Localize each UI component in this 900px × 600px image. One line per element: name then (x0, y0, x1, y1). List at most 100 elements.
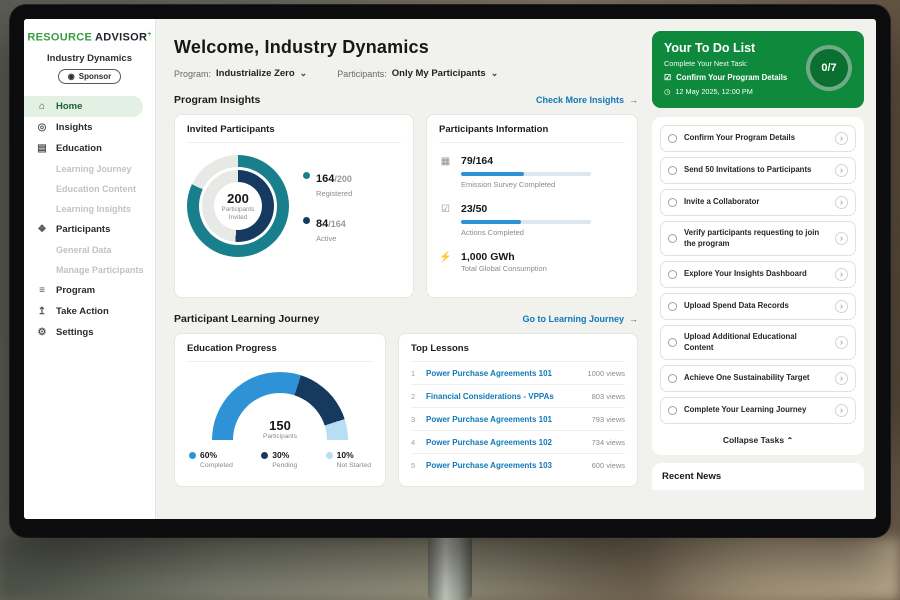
education-legend-dot (189, 452, 196, 459)
lesson-link[interactable]: Financial Considerations - VPPAs (426, 392, 584, 401)
collapse-tasks-label: Collapse Tasks (723, 435, 784, 445)
insights-cards-row: Invited Participants 200 Participants In… (174, 114, 638, 298)
sidebar-item-manage-participants[interactable]: Manage Participants (24, 260, 155, 280)
lesson-row: 4 Power Purchase Agreements 102 734 view… (411, 431, 625, 454)
top-lessons-card: Top Lessons 1 Power Purchase Agreements … (398, 333, 638, 487)
active-legend-dot (303, 217, 310, 224)
task-item[interactable]: Invite a Collaborator › (660, 189, 856, 216)
task-checkbox[interactable] (668, 270, 677, 279)
education-legend: 60% Completed 30% Pending (187, 440, 373, 469)
sidebar-item-settings[interactable]: ⚙ Settings (24, 322, 155, 343)
task-checkbox[interactable] (668, 406, 677, 415)
program-select[interactable]: Industrialize Zero ⌄ (216, 68, 307, 79)
chevron-right-icon[interactable]: › (835, 336, 848, 349)
arrow-right-icon: → (629, 95, 638, 105)
invited-center-value: 200 (227, 191, 249, 206)
sidebar-item-learning-insights[interactable]: Learning Insights (24, 199, 155, 219)
sidebar-item-label: Insights (56, 122, 92, 133)
task-label: Upload Spend Data Records (684, 301, 828, 312)
lesson-rank: 1 (411, 369, 418, 378)
task-item[interactable]: Confirm Your Program Details › (660, 125, 856, 152)
info-rows: ▦ 79/164 Emission Survey Completed ☑ 23/… (439, 143, 625, 273)
legend-value: 30% (272, 450, 297, 460)
sidebar-item-home[interactable]: ⌂ Home (24, 96, 143, 117)
check-more-insights-link[interactable]: Check More Insights → (536, 95, 638, 105)
logo-secondary: ADVISOR (95, 32, 147, 44)
chevron-right-icon[interactable]: › (835, 164, 848, 177)
sidebar-item-education[interactable]: ▤ Education (24, 138, 155, 159)
journey-cards-row: Education Progress 150 Participants (174, 333, 638, 487)
lesson-link[interactable]: Power Purchase Agreements 101 (426, 415, 584, 424)
survey-icon: ▦ (439, 155, 452, 189)
chevron-right-icon[interactable]: › (835, 132, 848, 145)
chevron-right-icon[interactable]: › (835, 372, 848, 385)
chevron-right-icon[interactable]: › (835, 268, 848, 281)
lesson-views: 600 views (592, 461, 625, 470)
program-icon: ≡ (36, 285, 48, 296)
lesson-link[interactable]: Power Purchase Agreements 102 (426, 438, 584, 447)
chevron-right-icon[interactable]: › (835, 196, 848, 209)
participants-filter: Participants: Only My Participants ⌄ (337, 68, 498, 79)
go-to-learning-journey-label: Go to Learning Journey (522, 314, 624, 324)
sidebar-item-learning-journey[interactable]: Learning Journey (24, 159, 155, 179)
emission-survey-row: ▦ 79/164 Emission Survey Completed (439, 155, 625, 189)
participants-select[interactable]: Only My Participants ⌄ (392, 68, 499, 79)
actions-completed-bar-fill (461, 220, 521, 224)
chevron-right-icon[interactable]: › (835, 232, 848, 245)
sidebar-item-label: Settings (56, 327, 93, 338)
task-checkbox[interactable] (668, 374, 677, 383)
collapse-tasks-button[interactable]: Collapse Tasks ⌃ (660, 429, 856, 447)
task-item[interactable]: Verify participants requesting to join t… (660, 221, 856, 256)
sidebar-item-program[interactable]: ≡ Program (24, 280, 155, 301)
lesson-link[interactable]: Power Purchase Agreements 103 (426, 461, 584, 470)
todo-subtitle: Complete Your Next Task: (664, 59, 798, 68)
emission-survey-label: Emission Survey Completed (461, 180, 591, 189)
lesson-views: 734 views (592, 438, 625, 447)
sidebar-item-label: Program (56, 285, 95, 296)
emission-survey-value: 79/164 (461, 155, 591, 167)
todo-next-task[interactable]: ☑ Confirm Your Program Details (664, 73, 798, 82)
task-item[interactable]: Upload Additional Educational Content › (660, 325, 856, 360)
task-checkbox[interactable] (668, 234, 677, 243)
emission-survey-bar-fill (461, 172, 524, 176)
sponsor-badge[interactable]: ◉ Sponsor (58, 69, 121, 84)
task-item[interactable]: Send 50 Invitations to Participants › (660, 157, 856, 184)
learning-journey-heading: Participant Learning Journey (174, 313, 319, 325)
education-center-value: 150 (212, 418, 348, 433)
task-checkbox[interactable] (668, 134, 677, 143)
task-checkbox[interactable] (668, 166, 677, 175)
task-checkbox[interactable] (668, 302, 677, 311)
energy-icon: ⚡ (439, 251, 452, 273)
task-item[interactable]: Upload Spend Data Records › (660, 293, 856, 320)
education-gauge-text: 150 Participants (212, 418, 348, 440)
invited-donut-center: 200 Participants Invited (214, 182, 262, 230)
task-label: Achieve One Sustainability Target (684, 373, 828, 384)
recent-news-header[interactable]: Recent News (652, 463, 864, 490)
task-item[interactable]: Achieve One Sustainability Target › (660, 365, 856, 392)
chevron-down-icon: ⌄ (300, 68, 308, 79)
sidebar-item-label: Learning Journey (56, 164, 132, 174)
sidebar-item-general-data[interactable]: General Data (24, 240, 155, 260)
education-legend-item: 10% Not Started (326, 450, 371, 469)
registered-legend-item: 164/200 Registered (303, 169, 352, 198)
task-item[interactable]: Complete Your Learning Journey › (660, 397, 856, 424)
check-more-insights-label: Check More Insights (536, 95, 624, 105)
sidebar-item-education-content[interactable]: Education Content (24, 179, 155, 199)
chevron-right-icon[interactable]: › (835, 404, 848, 417)
chevron-right-icon[interactable]: › (835, 300, 848, 313)
monitor-stand (428, 536, 472, 600)
task-item[interactable]: Explore Your Insights Dashboard › (660, 261, 856, 288)
task-checkbox[interactable] (668, 338, 677, 347)
lesson-views: 1000 views (587, 369, 625, 378)
lesson-link[interactable]: Power Purchase Agreements 101 (426, 369, 579, 378)
task-checkbox[interactable] (668, 198, 677, 207)
sidebar-item-take-action[interactable]: ↥ Take Action (24, 301, 155, 322)
invited-donut-chart: 200 Participants Invited (187, 155, 289, 257)
education-center-label: Participants (212, 433, 348, 440)
sidebar-item-insights[interactable]: ◎ Insights (24, 117, 155, 138)
sidebar-item-label: Learning Insights (56, 204, 131, 214)
sidebar-item-participants[interactable]: ❖ Participants (24, 219, 155, 240)
consumption-label: Total Global Consumption (461, 264, 547, 273)
go-to-learning-journey-link[interactable]: Go to Learning Journey → (522, 314, 638, 324)
education-gauge: 150 Participants (212, 372, 348, 440)
